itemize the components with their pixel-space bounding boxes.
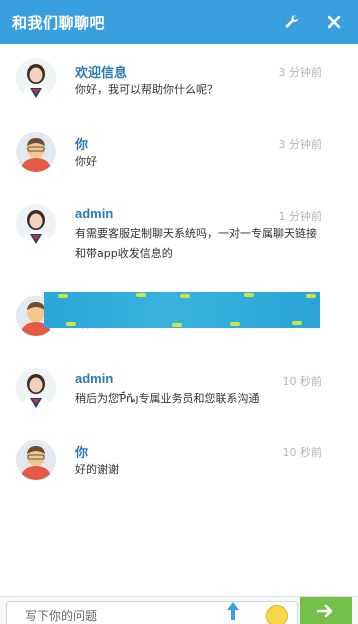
close-icon[interactable] — [322, 10, 346, 34]
message-text: 好的谢谢 — [75, 463, 119, 476]
sender-name: admin — [75, 206, 114, 221]
message-text: 有需要客服定制聊天系统吗，一对一专属聊天链接和带app收发信息的 — [75, 227, 317, 260]
leaf-decoration — [172, 323, 182, 327]
emoji-icon[interactable] — [266, 605, 288, 624]
send-arrow-icon[interactable] — [300, 597, 352, 624]
sender-name: 你 — [75, 137, 89, 152]
leaf-decoration — [136, 293, 146, 297]
message-text: 你好，我可以帮助你什么呢？ — [75, 83, 218, 96]
upload-arrow-icon[interactable] — [222, 599, 244, 623]
message-time: 10 秒前 — [282, 446, 323, 459]
message-time: 1 分钟前 — [278, 210, 323, 223]
sender-name: 欢迎信息 — [75, 65, 128, 80]
message-list[interactable]: 欢迎信息 3 分钟前 你好，我可以帮助你什么呢？ 你 3 分钟前 你好 admi… — [0, 44, 358, 596]
message-input[interactable] — [6, 601, 298, 624]
agent-avatar — [16, 204, 56, 244]
leaf-decoration — [244, 293, 254, 297]
user-avatar — [16, 132, 56, 172]
leaf-decoration — [58, 294, 68, 298]
leaf-decoration — [66, 322, 76, 326]
message-time: 10 秒前 — [282, 375, 323, 388]
sender-name: 你 — [75, 445, 89, 460]
wrench-icon[interactable] — [280, 10, 304, 34]
chat-input-bar — [0, 596, 358, 624]
chat-header: 和我们聊聊吧 — [0, 0, 358, 44]
user-avatar — [16, 440, 56, 480]
message-time: 3 分钟前 — [278, 66, 323, 79]
message-text: 你好 — [75, 155, 97, 168]
sender-name: admin — [75, 371, 114, 386]
leaf-decoration — [306, 294, 316, 298]
leaf-decoration — [180, 294, 190, 298]
leaf-decoration — [292, 321, 302, 325]
agent-avatar — [16, 368, 56, 408]
message-text: 稍后为您Ƥ̈́ȵ̈́ȷ专属业务员和您联系沟通 — [75, 392, 260, 405]
agent-avatar — [16, 58, 56, 98]
leaf-decoration — [230, 322, 240, 326]
overlay-banner — [44, 292, 320, 328]
chat-title: 和我们聊聊吧 — [12, 13, 106, 32]
message-time: 3 分钟前 — [278, 138, 323, 151]
